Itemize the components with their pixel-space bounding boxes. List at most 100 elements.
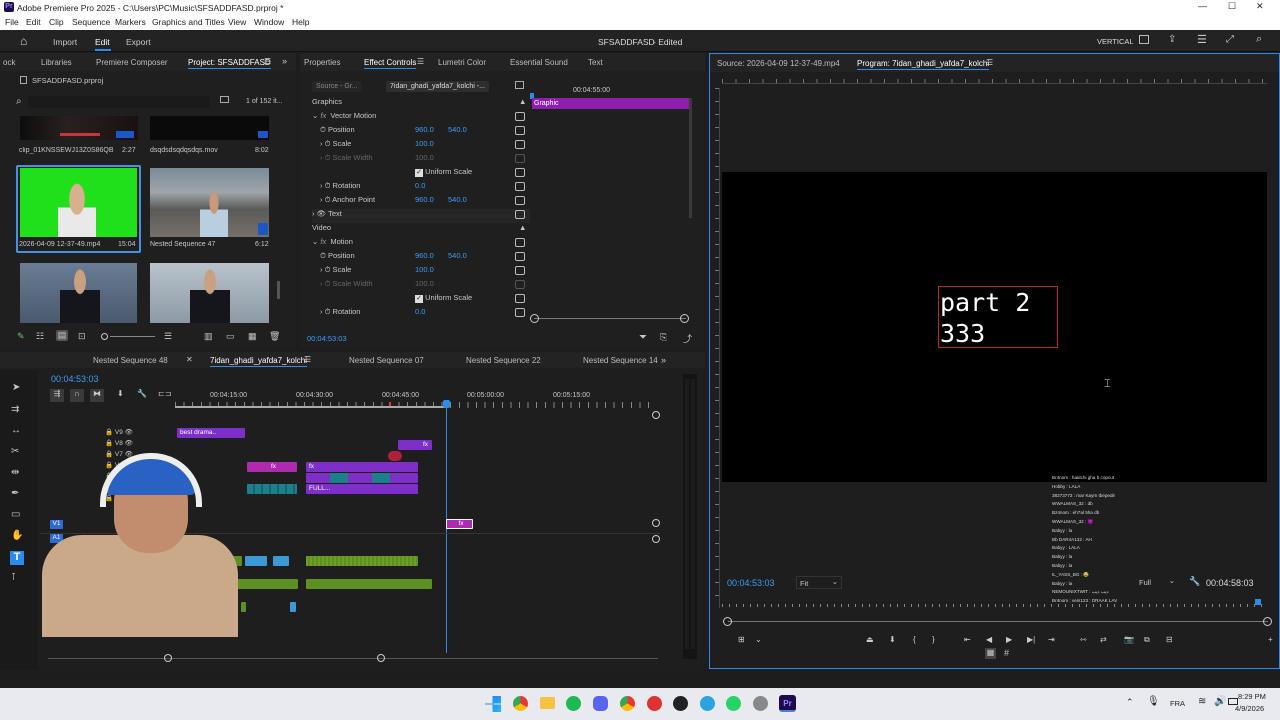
minimize-button[interactable]: — — [1198, 1, 1207, 11]
nest-icon[interactable]: ⇶ — [50, 389, 64, 402]
fit-dropdown[interactable]: Fit ⌄ — [796, 576, 842, 589]
home-icon[interactable]: ⌂ — [20, 34, 27, 48]
list-view-icon[interactable]: ☷ — [36, 331, 44, 342]
timeline-timecode[interactable]: 00:04:53:03 — [51, 374, 99, 384]
add-button-icon[interactable]: + — [1268, 635, 1273, 644]
go-to-out-icon[interactable]: ⇥ — [1048, 635, 1055, 644]
insert-icon[interactable]: ⇿ — [1080, 635, 1087, 644]
timeline-v-scroll-handle[interactable] — [652, 519, 660, 527]
clip-v6-a[interactable]: fx — [247, 462, 297, 472]
freeform-view-icon[interactable]: ⊡ — [78, 331, 86, 342]
workspace-layout[interactable]: VERTICAL — [1097, 37, 1134, 46]
trash-icon[interactable]: 🗑 — [269, 331, 280, 342]
linked-selection-icon[interactable]: ⧓ — [90, 389, 104, 402]
clock-date[interactable]: 4/9/2026 — [1235, 704, 1264, 713]
go-to-in-icon[interactable]: ⇤ — [964, 635, 971, 644]
clip-full[interactable]: FULL... — [306, 484, 418, 494]
menu-file[interactable]: File — [5, 17, 19, 27]
spotify-icon[interactable] — [566, 696, 581, 711]
tab-essential-sound[interactable]: Essential Sound — [510, 58, 568, 67]
grid-icon[interactable]: # — [1004, 648, 1009, 658]
reset-icon[interactable] — [515, 308, 525, 317]
hand-tool-icon[interactable]: ✋ — [11, 530, 23, 541]
collapse-icon[interactable]: ▲ — [519, 223, 526, 232]
zoom-slider-track[interactable] — [110, 336, 155, 337]
automate-icon[interactable]: ▥ — [204, 331, 213, 342]
reset-icon[interactable] — [515, 294, 525, 303]
timeline-a-scroll-handle[interactable] — [652, 535, 660, 543]
clip-v8[interactable]: fx — [398, 440, 432, 450]
prop-value[interactable]: 0.0 — [415, 181, 425, 190]
ec-zoom-start-handle[interactable] — [530, 314, 539, 323]
reset-icon[interactable] — [515, 140, 525, 149]
ripple-edit-icon[interactable]: ↔ — [11, 425, 21, 436]
vertical-type-icon[interactable]: ⊺ — [11, 572, 16, 583]
stopwatch-icon[interactable]: ⏱ — [325, 195, 333, 204]
thumb-dsqd[interactable] — [150, 116, 269, 140]
tab-kolchi[interactable]: 7idan_ghadi_yafda7_kolchi — [210, 356, 307, 367]
menu-graphics[interactable]: Graphics and Titles — [152, 17, 225, 27]
track-select-icon[interactable]: ⇉ — [11, 404, 19, 415]
monitor-menu-icon[interactable]: ☰ — [986, 58, 993, 67]
clock-time[interactable]: 8:29 PM — [1238, 692, 1266, 701]
language-indicator[interactable]: FRA — [1170, 699, 1185, 708]
app-icon[interactable] — [647, 696, 662, 711]
monitor-zoom-right-handle[interactable] — [1263, 617, 1272, 626]
mark-in-icon[interactable]: { — [913, 635, 916, 644]
add-marker-icon[interactable]: ⬇ — [889, 635, 896, 644]
stopwatch-icon[interactable]: ⏱ — [320, 125, 328, 134]
clip-v5-teal-2[interactable] — [372, 473, 390, 483]
timeline-h-scroll-start[interactable] — [164, 654, 172, 662]
volume-icon[interactable]: 🔊 — [1214, 696, 1226, 707]
tab-edit[interactable]: Edit — [95, 37, 110, 47]
project-scrollbar[interactable] — [277, 281, 280, 299]
export-frame-icon[interactable]: ⎘ — [660, 332, 667, 343]
menu-view[interactable]: View — [228, 17, 246, 27]
menu-icon[interactable]: ☰ — [1197, 33, 1207, 46]
clip-v7-red[interactable] — [388, 451, 402, 461]
project-search-input[interactable] — [28, 96, 210, 108]
monitor-zoom-left-handle[interactable] — [723, 617, 732, 626]
reset-icon[interactable] — [515, 238, 525, 247]
audio-clip-6[interactable] — [306, 579, 432, 589]
share-icon[interactable]: ⇪ — [1168, 34, 1176, 45]
tab-source-monitor[interactable]: Source: 2026-04-09 12-37-49.mp4 — [717, 59, 840, 68]
prop-rotation-2[interactable]: › ⏱ Rotation 0.0 — [320, 307, 530, 321]
eye-icon[interactable]: 👁 — [125, 429, 133, 436]
mini-timeline[interactable] — [722, 599, 1262, 607]
wrench-icon[interactable]: 🔧 — [1189, 576, 1200, 587]
step-forward-icon[interactable]: ▶| — [1027, 635, 1035, 644]
reset-icon[interactable] — [515, 182, 525, 191]
more-tabs-icon[interactable]: » — [661, 355, 666, 365]
clip-v4-teal[interactable] — [247, 484, 297, 494]
fx-vector-motion[interactable]: ⌄ fx Vector Motion — [312, 111, 525, 125]
reset-icon[interactable] — [515, 252, 525, 261]
start-button-icon[interactable] — [485, 696, 501, 712]
new-bin-icon[interactable]: ▭ — [226, 331, 235, 342]
audio-clip-8[interactable] — [290, 602, 296, 612]
discord-icon[interactable] — [593, 696, 608, 711]
prop-value-x[interactable]: 960.0 — [415, 251, 434, 260]
reset-icon[interactable] — [515, 126, 525, 135]
menu-markers[interactable]: Markers — [115, 17, 146, 27]
tab-effect-controls[interactable]: Effect Controls — [364, 58, 417, 69]
reset-icon[interactable] — [515, 266, 525, 275]
prop-value[interactable]: 0.0 — [415, 307, 425, 316]
multicam-icon[interactable]: ⊟ — [1166, 635, 1173, 644]
mark-out-icon[interactable]: } — [932, 635, 935, 644]
sort-icon[interactable]: ☰ — [164, 331, 172, 342]
menu-window[interactable]: Window — [254, 17, 284, 27]
settings-icon[interactable] — [753, 696, 768, 711]
quality-dropdown[interactable]: Full ⌄ — [1136, 576, 1178, 589]
tab-import[interactable]: Import — [53, 37, 77, 47]
reset-icon[interactable] — [515, 168, 525, 177]
prop-position[interactable]: ⏱ Position 960.0 540.0 — [320, 125, 530, 139]
collapse-icon[interactable]: ▲ — [519, 97, 526, 106]
menu-help[interactable]: Help — [292, 17, 309, 27]
captions-icon[interactable]: ⊏⊐ — [158, 389, 171, 398]
maximize-button[interactable]: ☐ — [1228, 1, 1236, 12]
timeline-h-scroll-end[interactable] — [377, 654, 385, 662]
audio-clip-7[interactable] — [241, 602, 246, 612]
menu-edit[interactable]: Edit — [26, 17, 41, 27]
panel-menu-icon[interactable]: ☰ — [264, 57, 271, 66]
